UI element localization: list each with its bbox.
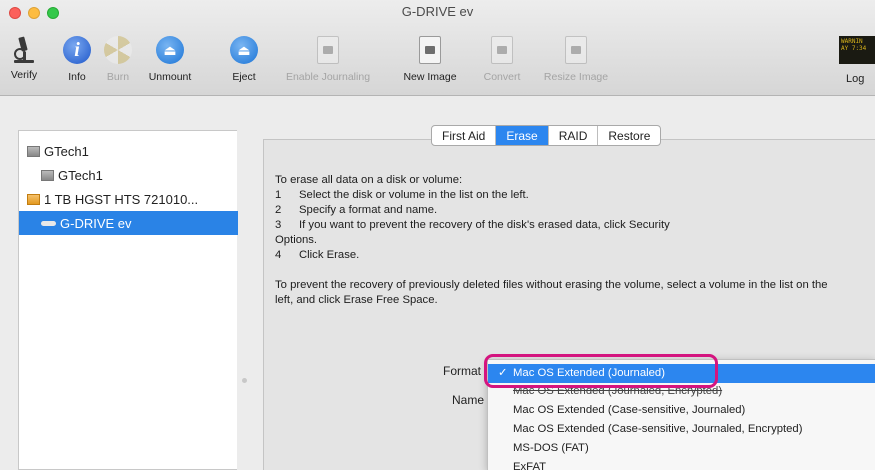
checkmark-icon: ✓ bbox=[498, 367, 508, 379]
verify-button[interactable]: Verify bbox=[4, 34, 44, 81]
menu-item-mac-os-extended-journaled[interactable]: ✓ Mac OS Extended (Journaled) bbox=[488, 364, 875, 383]
sidebar: GTech1 GTech1 1 TB HGST HTS 721010... G-… bbox=[0, 96, 238, 470]
split-view-handle[interactable] bbox=[242, 378, 247, 383]
eject-label: Eject bbox=[232, 71, 256, 83]
burn-button[interactable]: Burn bbox=[101, 34, 135, 83]
resize-image-button[interactable]: Resize Image bbox=[539, 34, 613, 83]
sidebar-item-g-drive-ev[interactable]: G-DRIVE ev bbox=[19, 211, 238, 235]
microscope-icon bbox=[14, 36, 34, 63]
journal-icon bbox=[317, 36, 339, 64]
instructions-note: To prevent the recovery of previously de… bbox=[275, 279, 828, 306]
enable-journaling-button[interactable]: Enable Journaling bbox=[267, 34, 389, 83]
info-button[interactable]: i Info bbox=[60, 34, 94, 83]
info-icon: i bbox=[63, 36, 91, 64]
instruction-step: 1 Select the disk or volume in the list … bbox=[275, 189, 529, 201]
tab-raid[interactable]: RAID bbox=[549, 126, 599, 145]
window-title: G-DRIVE ev bbox=[401, 4, 474, 19]
menu-item-case-sensitive-journaled[interactable]: Mac OS Extended (Case-sensitive, Journal… bbox=[488, 401, 875, 420]
log-label[interactable]: Log bbox=[846, 73, 864, 85]
tab-bar: First Aid Erase RAID Restore bbox=[431, 125, 662, 146]
instruction-step: 3 If you want to prevent the recovery of… bbox=[275, 219, 670, 231]
sidebar-item-hgst-disk[interactable]: 1 TB HGST HTS 721010... bbox=[19, 187, 238, 211]
sidebar-item-gtech1-volume[interactable]: GTech1 bbox=[19, 163, 238, 187]
menu-item-ms-dos-fat[interactable]: MS-DOS (FAT) bbox=[488, 439, 875, 458]
new-image-label: New Image bbox=[403, 71, 457, 83]
new-image-icon bbox=[419, 36, 441, 64]
sidebar-item-gtech1-disk[interactable]: GTech1 bbox=[19, 139, 238, 163]
resize-image-icon bbox=[565, 36, 587, 64]
tab-first-aid[interactable]: First Aid bbox=[432, 126, 497, 145]
tab-erase[interactable]: Erase bbox=[496, 126, 549, 145]
unmount-button[interactable]: ⏏ Unmount bbox=[144, 34, 196, 83]
unmount-icon: ⏏ bbox=[156, 36, 184, 64]
menu-item-mac-os-extended-journaled-encrypted[interactable]: Mac OS Extended (Journaled, Encrypted) bbox=[488, 382, 875, 401]
disk-list[interactable]: GTech1 GTech1 1 TB HGST HTS 721010... G-… bbox=[18, 130, 238, 470]
instruction-step: 2 Specify a format and name. bbox=[275, 204, 438, 216]
convert-button[interactable]: Convert bbox=[479, 34, 525, 83]
enable-journaling-label: Enable Journaling bbox=[285, 71, 371, 83]
format-label: Format bbox=[443, 364, 482, 378]
sidebar-item-label: 1 TB HGST HTS 721010... bbox=[44, 191, 199, 207]
format-popup-menu[interactable]: ✓ Mac OS Extended (Journaled) Mac OS Ext… bbox=[487, 359, 875, 470]
convert-icon bbox=[491, 36, 513, 64]
resize-image-label: Resize Image bbox=[543, 71, 609, 83]
burn-label: Burn bbox=[106, 71, 130, 83]
menu-item-case-sensitive-journaled-encrypted[interactable]: Mac OS Extended (Case-sensitive, Journal… bbox=[488, 420, 875, 439]
verify-label: Verify bbox=[10, 69, 38, 81]
instruction-step: Options. bbox=[275, 234, 318, 246]
volume-icon bbox=[41, 220, 56, 226]
eject-icon: ⏏ bbox=[230, 36, 258, 64]
eject-button[interactable]: ⏏ Eject bbox=[225, 34, 263, 83]
burn-icon bbox=[104, 36, 132, 64]
name-label: Name bbox=[452, 393, 485, 407]
menu-item-exfat[interactable]: ExFAT bbox=[488, 458, 875, 470]
info-label: Info bbox=[68, 71, 86, 83]
internal-disk-icon bbox=[27, 145, 40, 157]
erase-instructions: To erase all data on a disk or volume: 1… bbox=[275, 173, 835, 308]
unmount-label: Unmount bbox=[148, 71, 192, 83]
external-disk-icon bbox=[27, 193, 40, 205]
instruction-step: 4 Click Erase. bbox=[275, 249, 360, 261]
new-image-button[interactable]: New Image bbox=[399, 34, 461, 83]
volume-icon bbox=[41, 169, 54, 181]
sidebar-item-label: GTech1 bbox=[44, 143, 89, 159]
convert-label: Convert bbox=[483, 71, 521, 83]
log-console-icon[interactable]: WARNIN AY 7:34 bbox=[839, 36, 875, 64]
instructions-intro: To erase all data on a disk or volume: bbox=[275, 174, 463, 186]
tab-restore[interactable]: Restore bbox=[598, 126, 660, 145]
sidebar-item-label: GTech1 bbox=[58, 167, 103, 183]
sidebar-item-label: G-DRIVE ev bbox=[60, 215, 132, 231]
toolbar: G-DRIVE ev Verify i Info Burn ⏏ Unmount … bbox=[0, 0, 875, 96]
